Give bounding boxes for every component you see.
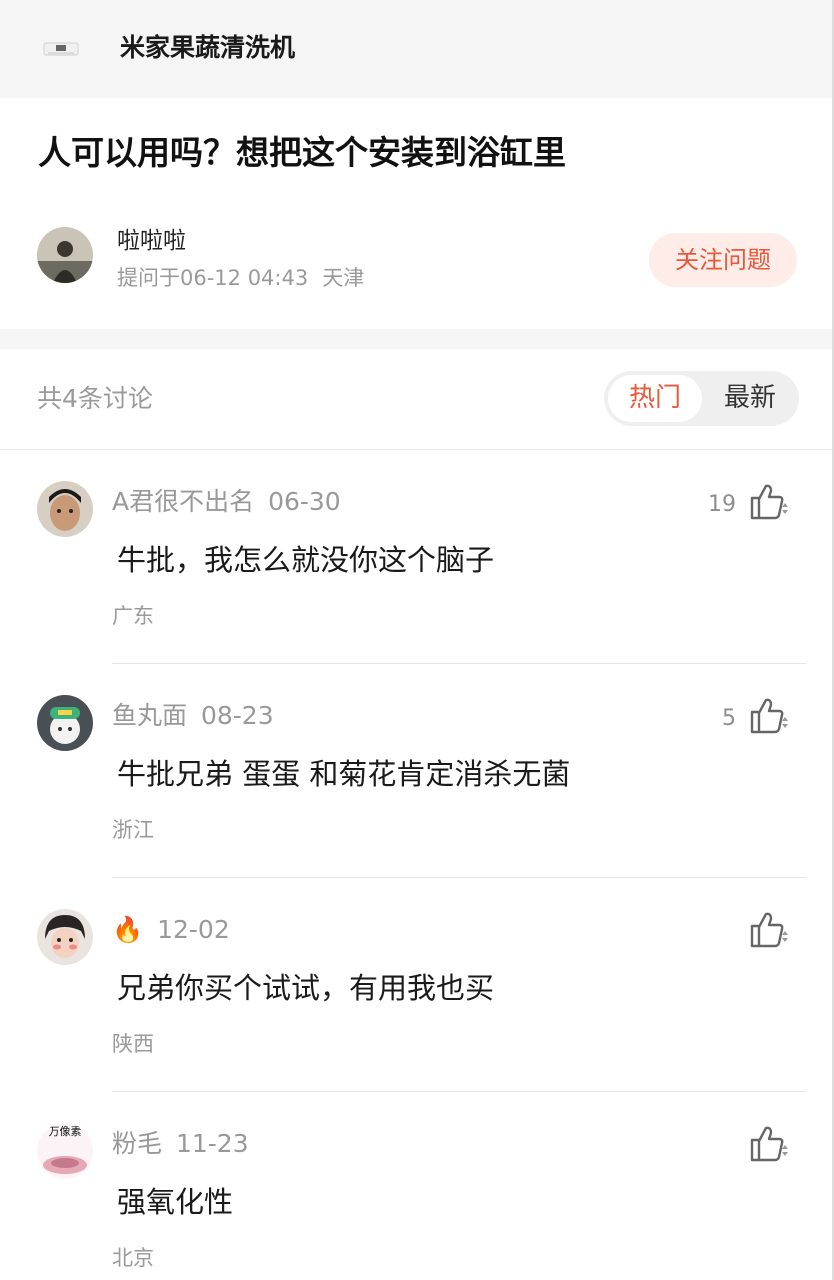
- comment-location: 北京: [112, 1246, 154, 1270]
- product-name[interactable]: 米家果蔬清洗机: [120, 30, 295, 66]
- avatar-caption: 万像素: [48, 1125, 82, 1138]
- commenter-avatar[interactable]: [37, 695, 93, 751]
- thumbs-up-icon[interactable]: [748, 1124, 790, 1164]
- commenter-avatar[interactable]: [37, 909, 93, 965]
- follow-question-button[interactable]: 关注问题: [649, 233, 797, 287]
- comment-location: 浙江: [112, 818, 154, 842]
- comment-separator: [112, 877, 806, 878]
- sort-hot-tab[interactable]: 热门: [608, 375, 702, 422]
- comment-header: 鱼丸面 08-23: [112, 698, 274, 734]
- commenter-name[interactable]: 鱼丸面: [112, 701, 187, 730]
- comment-location: 广东: [112, 604, 154, 628]
- product-thumbnail-icon[interactable]: [40, 34, 84, 62]
- sort-new-tab[interactable]: 最新: [704, 375, 796, 422]
- question-title: 人可以用吗？想把这个安装到浴缸里: [38, 133, 566, 172]
- comment-date: 12-02: [157, 915, 230, 944]
- like-count: 5: [722, 706, 736, 731]
- asker-avatar[interactable]: [37, 227, 93, 283]
- comment-separator: [112, 663, 806, 664]
- ask-location: 天津: [322, 266, 365, 290]
- thumbs-up-icon[interactable]: [748, 696, 790, 736]
- thumbs-up-icon[interactable]: [748, 910, 790, 950]
- discussion-count: 共4条讨论: [37, 384, 153, 413]
- thumbs-up-icon[interactable]: [748, 482, 790, 522]
- comment-date: 08-23: [200, 701, 274, 730]
- comment-separator: [112, 1091, 806, 1092]
- comment-header: A君很不出名 06-30: [112, 484, 341, 520]
- comment-location: 陕西: [112, 1032, 154, 1056]
- comment-text: 牛批兄弟 蛋蛋 和菊花肯定消杀无菌: [117, 757, 571, 791]
- comment-date: 06-30: [268, 487, 341, 516]
- asker-meta: 提问于06-12 04:43 天津: [117, 262, 364, 294]
- ask-time: 提问于06-12 04:43: [117, 266, 309, 290]
- comment-header: 🔥 12-02: [112, 912, 230, 948]
- comment-date: 11-23: [175, 1129, 249, 1158]
- comment-header: 粉毛 11-23: [112, 1126, 249, 1162]
- commenter-avatar[interactable]: [37, 481, 93, 537]
- sort-toggle: 热门 最新: [604, 371, 799, 426]
- commenter-name[interactable]: 粉毛: [112, 1129, 162, 1158]
- comment-text: 强氧化性: [117, 1185, 234, 1219]
- commenter-avatar[interactable]: 万像素: [37, 1123, 93, 1179]
- comment-text: 兄弟你买个试试，有用我也买: [117, 971, 495, 1005]
- like-count: 19: [708, 492, 736, 517]
- divider: [0, 449, 834, 450]
- comment-text: 牛批，我怎么就没你这个脑子: [117, 543, 495, 577]
- asker-name[interactable]: 啦啦啦: [117, 224, 186, 258]
- commenter-name[interactable]: 🔥: [112, 915, 143, 944]
- commenter-name[interactable]: A君很不出名: [112, 487, 254, 516]
- section-divider-band: [0, 329, 834, 349]
